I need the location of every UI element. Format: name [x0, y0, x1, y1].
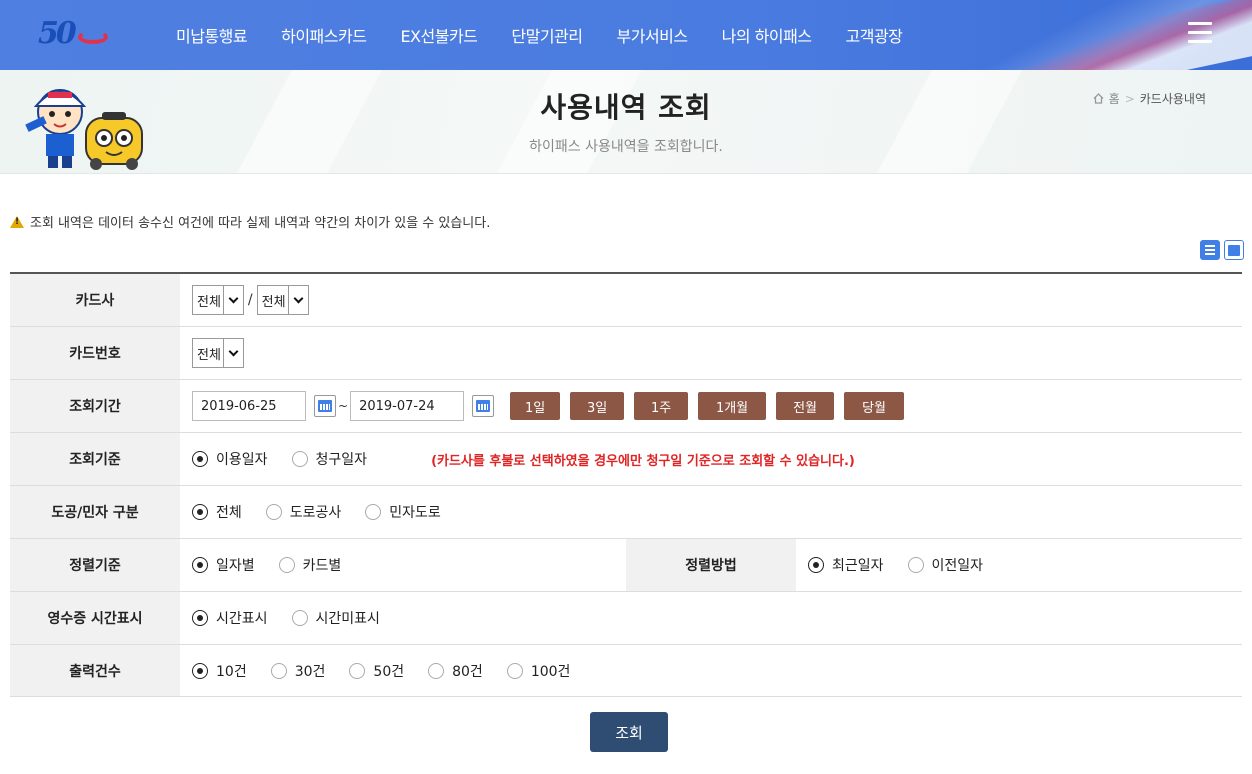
row-period: 조회기간 2019-06-25 ~ 2019-07-24 1일 3일 1주 1개… — [10, 380, 1242, 433]
menu-item-ex-prepaid-card[interactable]: EX선불카드 — [400, 23, 477, 47]
range-button-this-month[interactable]: 당월 — [844, 392, 905, 420]
card-number-select[interactable]: 전체 — [192, 338, 244, 368]
label-sort-order: 정렬방법 — [626, 539, 796, 591]
page-subtitle: 하이패스 사용내역을 조회합니다. — [529, 139, 723, 155]
breadcrumb-separator: > — [1124, 91, 1135, 106]
label-period: 조회기간 — [10, 380, 180, 432]
menu-item-unpaid-toll[interactable]: 미납통행료 — [176, 23, 248, 47]
label-basis: 조회기준 — [10, 433, 180, 485]
card-type-select[interactable]: 전체 — [256, 285, 309, 315]
label-road-type: 도공/민자 구분 — [10, 486, 180, 538]
label-receipt-time: 영수증 시간표시 — [10, 592, 180, 644]
page-title: 사용내역 조회 — [540, 91, 712, 124]
list-view-icon[interactable] — [1200, 240, 1220, 260]
row-card-company: 카드사 전체 / 전체 — [10, 274, 1242, 327]
row-road-type: 도공/민자 구분 전체 도로공사 민자도로 — [10, 486, 1242, 539]
calendar-to-icon[interactable] — [472, 395, 495, 417]
radio-road-private[interactable]: 민자도로 — [365, 502, 441, 522]
date-range-tilde: ~ — [338, 399, 349, 413]
chevron-down-icon — [222, 339, 243, 367]
basis-note: (카드사를 후불로 선택하였을 경우에만 청구일 기준으로 조회할 수 있습니다… — [431, 453, 855, 469]
menu-item-extra-service[interactable]: 부가서비스 — [617, 23, 689, 47]
radio-sort-recent[interactable]: 최근일자 — [808, 555, 884, 575]
range-button-prev-month[interactable]: 전월 — [776, 392, 835, 420]
logo-text: 50 — [38, 16, 77, 51]
radio-basis-use-date[interactable]: 이용일자 — [192, 449, 268, 469]
row-receipt-time: 영수증 시간표시 시간표시 시간미표시 — [10, 592, 1242, 645]
breadcrumb-current: 카드사용내역 — [1139, 92, 1206, 106]
row-card-number: 카드번호 전체 — [10, 327, 1242, 380]
select-separator: / — [247, 292, 253, 308]
radio-time-hide[interactable]: 시간미표시 — [291, 608, 380, 628]
label-output-count: 출력건수 — [10, 645, 180, 696]
logo[interactable]: 50 — [38, 14, 110, 54]
logo-ring — [78, 30, 108, 44]
hamburger-menu-icon[interactable] — [1188, 22, 1212, 44]
range-button-3day[interactable]: 3일 — [570, 392, 625, 420]
radio-time-show[interactable]: 시간표시 — [192, 608, 268, 628]
label-sort-basis: 정렬기준 — [10, 539, 180, 591]
label-card-company: 카드사 — [10, 274, 180, 326]
date-from-input[interactable]: 2019-06-25 — [192, 391, 306, 421]
calendar-from-icon[interactable] — [314, 395, 336, 417]
radio-road-all[interactable]: 전체 — [192, 502, 242, 522]
title-banner: 사용내역 조회 하이패스 사용내역을 조회합니다. 홈 > 카드사용내역 — [0, 70, 1252, 174]
menu-item-hipass-card[interactable]: 하이패스카드 — [281, 23, 367, 47]
radio-count-100[interactable]: 100건 — [506, 661, 570, 681]
card-type-select-value: 전체 — [261, 294, 286, 310]
range-button-1week[interactable]: 1주 — [634, 392, 689, 420]
view-toggle — [1200, 240, 1244, 260]
search-button[interactable]: 조회 — [590, 712, 668, 752]
notice-text: 조회 내역은 데이터 송수신 여건에 따라 실제 내역과 약간의 차이가 있을 … — [30, 216, 491, 231]
home-icon[interactable] — [1093, 93, 1104, 104]
radio-road-expressway[interactable]: 도로공사 — [265, 502, 341, 522]
range-button-1month[interactable]: 1개월 — [698, 392, 767, 420]
main-menu: 미납통행료 하이패스카드 EX선불카드 단말기관리 부가서비스 나의 하이패스 … — [176, 0, 936, 70]
radio-basis-bill-date[interactable]: 청구일자 — [291, 449, 367, 469]
card-company-select[interactable]: 전체 — [192, 285, 244, 315]
menu-item-terminal[interactable]: 단말기관리 — [511, 23, 583, 47]
menu-item-my-hipass[interactable]: 나의 하이패스 — [722, 23, 812, 47]
row-output-count: 출력건수 10건 30건 50건 80건 100건 — [10, 645, 1242, 697]
calendar-view-icon[interactable] — [1224, 240, 1244, 260]
warning-icon — [10, 215, 24, 228]
card-number-select-value: 전체 — [197, 347, 221, 363]
radio-count-80[interactable]: 80건 — [428, 661, 483, 681]
radio-sort-oldest[interactable]: 이전일자 — [907, 555, 983, 575]
top-navigation: 50 미납통행료 하이패스카드 EX선불카드 단말기관리 부가서비스 나의 하이… — [0, 0, 1252, 70]
date-to-input[interactable]: 2019-07-24 — [350, 391, 465, 421]
label-card-number: 카드번호 — [10, 327, 180, 379]
range-button-1day[interactable]: 1일 — [510, 392, 561, 420]
notice: 조회 내역은 데이터 송수신 여건에 따라 실제 내역과 약간의 차이가 있을 … — [10, 212, 490, 231]
row-basis: 조회기준 이용일자 청구일자 (카드사를 후불로 선택하였을 경우에만 청구일 … — [10, 433, 1242, 486]
menu-item-customer[interactable]: 고객광장 — [846, 23, 903, 47]
radio-count-10[interactable]: 10건 — [192, 661, 247, 681]
search-form: 카드사 전체 / 전체 카드번호 전체 조회기간 2019-06-25 ~ 20… — [10, 272, 1242, 697]
radio-count-50[interactable]: 50건 — [349, 661, 404, 681]
breadcrumb: 홈 > 카드사용내역 — [1093, 90, 1206, 107]
breadcrumb-home[interactable]: 홈 — [1109, 90, 1120, 107]
radio-sort-by-date[interactable]: 일자별 — [192, 555, 255, 575]
radio-sort-by-card[interactable]: 카드별 — [278, 555, 341, 575]
row-sort: 정렬기준 일자별 카드별 정렬방법 최근일자 이전일자 — [10, 539, 1242, 592]
chevron-down-icon — [222, 286, 243, 314]
radio-count-30[interactable]: 30건 — [270, 661, 325, 681]
card-company-select-value: 전체 — [197, 294, 221, 310]
chevron-down-icon — [287, 286, 308, 314]
